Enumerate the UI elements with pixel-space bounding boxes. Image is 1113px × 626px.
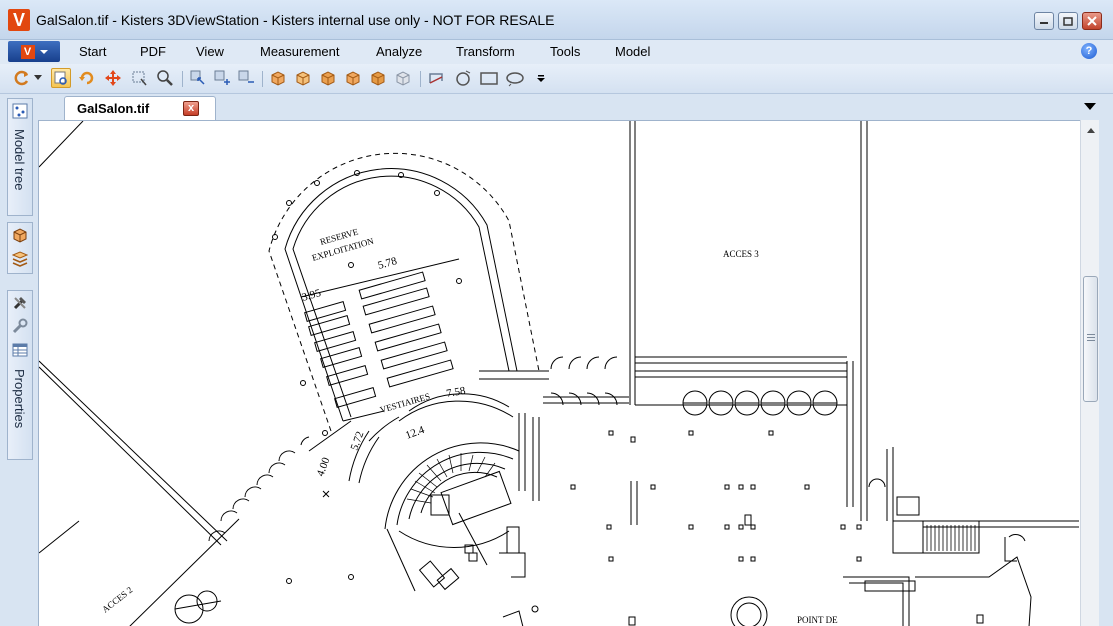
markup-circle-icon[interactable] [453,68,473,88]
floor-plan-drawing: RESERVE EXPLOITATION VESTIAIRES ACCES 3 … [39,121,1079,626]
properties-icon [11,341,29,359]
view-left-icon[interactable] [318,68,338,88]
vertical-scrollbar[interactable] [1080,120,1099,626]
tab-label: GalSalon.tif [77,101,150,116]
tools-icon [11,294,29,312]
dimension-label: 5.78 [377,255,399,272]
layers-icon [11,250,29,268]
menu-transform[interactable]: Transform [456,44,515,59]
side-panel: Model tree Properties [0,94,38,626]
scrollbar-thumb[interactable] [1083,276,1098,402]
document-tab-strip: GalSalon.tif x [38,94,1113,120]
close-tab-icon[interactable]: x [183,101,199,116]
restore-button[interactable] [1058,12,1078,30]
view-front-icon[interactable] [268,68,288,88]
menu-tools[interactable]: Tools [550,44,580,59]
wrench-icon [11,317,29,335]
menu-measurement[interactable]: Measurement [260,44,339,59]
app-logo-icon: V [8,9,30,31]
menu-model[interactable]: Model [615,44,650,59]
properties-label: Properties [12,369,27,429]
model-tree-icon [11,102,29,120]
drawing-viewport[interactable]: RESERVE EXPLOITATION VESTIAIRES ACCES 3 … [38,120,1080,626]
dimension-label: 5.72 [349,430,367,452]
model-tree-label: Model tree [12,129,27,191]
scrollbar-grip-icon [1087,334,1095,341]
label-vestiaires: VESTIAIRES [379,391,431,415]
label-point-de: POINT DE [797,615,838,625]
zoom-window-icon[interactable] [130,68,150,88]
menu-view[interactable]: View [196,44,224,59]
minimize-button[interactable] [1034,12,1054,30]
menu-pdf[interactable]: PDF [140,44,166,59]
toolbar-separator [262,71,263,87]
markup-cloud-icon[interactable] [505,68,525,88]
dimension-label: 12.4 [404,424,427,442]
label-acces-2: ACCES 2 [100,585,134,615]
view-bottom-icon[interactable] [393,68,413,88]
view-right-icon[interactable] [343,68,363,88]
model-tree-tab[interactable]: Model tree [7,98,33,216]
window-title: GalSalon.tif - Kisters 3DViewStation - K… [36,12,555,28]
zoom-icon[interactable] [155,68,175,88]
toolbar [0,64,1113,94]
dimension-label: 4.00 [315,455,333,478]
rotate-icon[interactable] [77,68,97,88]
menu-bar: V Start PDF View Measurement Analyze Tra… [0,40,1113,64]
select-box-icon[interactable] [188,68,208,88]
menu-start[interactable]: Start [79,44,106,59]
title-bar: V GalSalon.tif - Kisters 3DViewStation -… [0,0,1113,40]
label-acces-3: ACCES 3 [723,249,759,259]
refresh-dropdown-icon[interactable] [32,68,44,88]
tab-list-dropdown-icon[interactable] [1084,103,1096,110]
markup-rect-icon[interactable] [479,68,499,88]
select-remove-icon[interactable] [236,68,256,88]
window-edge [1099,120,1113,626]
dimension-label: 7.58 [445,385,467,400]
tab-galsalon[interactable]: GalSalon.tif x [64,96,216,120]
app-menu-button[interactable]: V [8,41,60,62]
dimension-label: 3.95 [301,287,323,304]
toolbar-separator [182,71,183,87]
view-tools-tab[interactable] [7,222,33,274]
help-icon[interactable]: ? [1081,43,1097,59]
select-icon[interactable] [51,68,71,88]
scroll-up-icon[interactable] [1087,128,1095,133]
cube-icon [11,226,29,244]
refresh-icon[interactable] [12,68,32,88]
toolbar-separator [420,71,421,87]
pan-icon[interactable] [103,68,123,88]
properties-tab[interactable]: Properties [7,290,33,460]
view-back-icon[interactable] [293,68,313,88]
markup-line-icon[interactable] [426,68,446,88]
close-button[interactable] [1082,12,1102,30]
select-add-icon[interactable] [212,68,232,88]
overflow-icon[interactable] [534,68,548,88]
view-top-icon[interactable] [368,68,388,88]
app-menu-logo-icon: V [20,44,35,59]
chevron-down-icon [39,49,48,54]
menu-analyze[interactable]: Analyze [376,44,422,59]
